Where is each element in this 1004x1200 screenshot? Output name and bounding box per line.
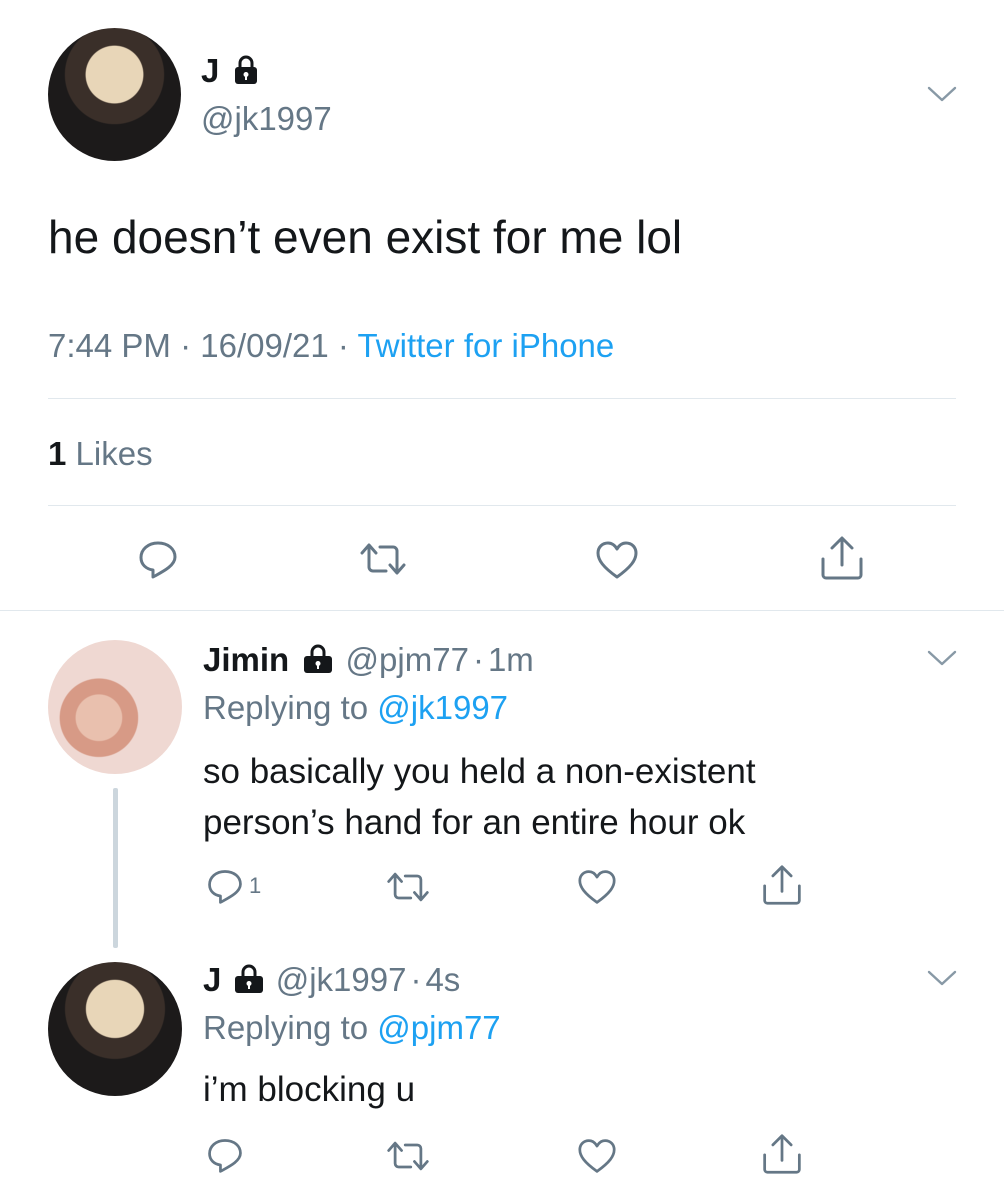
separator: ·: [472, 641, 484, 678]
tweet-meta: 7:44 PM · 16/09/21 · Twitter for iPhone: [48, 327, 614, 365]
divider: [48, 398, 956, 399]
likes-summary[interactable]: 1 Likes: [48, 435, 153, 473]
replying-prefix: Replying to: [203, 1009, 369, 1046]
lock-icon: [234, 55, 257, 85]
share-icon: [821, 536, 863, 580]
share-icon: [763, 1134, 801, 1174]
replying-to: Replying to @jk1997: [203, 689, 508, 727]
share-button[interactable]: [760, 864, 804, 906]
replying-to-link[interactable]: @jk1997: [377, 689, 508, 726]
reply-text-line-2: person’s hand for an entire hour ok: [203, 803, 746, 842]
author-name[interactable]: J: [203, 961, 221, 998]
heart-icon: [578, 1139, 616, 1173]
reply-icon: [208, 1139, 242, 1173]
avatar[interactable]: [48, 640, 182, 774]
share-button[interactable]: [760, 1133, 804, 1175]
author-handle[interactable]: @pjm77: [346, 641, 469, 678]
retweet-button[interactable]: [385, 868, 431, 906]
lock-icon: [304, 644, 333, 674]
reply-icon: [208, 870, 242, 904]
replying-to-link[interactable]: @pjm77: [377, 1009, 500, 1046]
share-icon: [763, 865, 801, 905]
like-button[interactable]: [594, 539, 640, 581]
author-name[interactable]: J: [201, 52, 219, 89]
thread-line: [113, 788, 118, 948]
chevron-down-icon[interactable]: [926, 648, 958, 668]
separator: ·: [410, 961, 422, 998]
author-handle[interactable]: @jk1997: [201, 100, 332, 138]
tweet-source-link[interactable]: Twitter for iPhone: [357, 327, 614, 364]
likes-count: 1: [48, 435, 67, 472]
reply-icon: [139, 541, 177, 579]
retweet-button[interactable]: [385, 1137, 431, 1175]
share-button[interactable]: [818, 535, 866, 581]
replying-to: Replying to @pjm77: [203, 1009, 501, 1047]
reply-text: i’m blocking u: [203, 1070, 416, 1109]
heart-icon: [578, 870, 616, 904]
replying-prefix: Replying to: [203, 689, 369, 726]
retweet-button[interactable]: [358, 539, 408, 579]
retweet-icon: [360, 543, 406, 575]
author-name-row: J: [201, 52, 259, 90]
avatar[interactable]: [48, 962, 182, 1096]
reply-count: 1: [249, 873, 262, 898]
section-divider: [0, 610, 1004, 611]
separator: ·: [337, 327, 349, 364]
reply-button[interactable]: 1: [205, 866, 261, 906]
reply-text-line-1: so basically you held a non-existent: [203, 752, 756, 791]
avatar[interactable]: [48, 28, 181, 161]
reply-time: 4s: [425, 961, 461, 998]
tweet-date: 16/09/21: [200, 327, 329, 364]
retweet-icon: [387, 1141, 429, 1171]
tweet-text: he doesn’t even exist for me lol: [48, 211, 683, 263]
chevron-down-icon[interactable]: [926, 84, 958, 104]
reply-button[interactable]: [136, 537, 180, 581]
author-name[interactable]: Jimin: [203, 641, 289, 678]
lock-icon: [234, 964, 263, 994]
separator: ·: [180, 327, 192, 364]
reply-time: 1m: [487, 641, 534, 678]
reply-button[interactable]: [205, 1135, 245, 1175]
divider: [48, 505, 956, 506]
like-button[interactable]: [576, 1137, 618, 1175]
reply-header: J @jk1997 · 4s: [203, 961, 460, 999]
author-handle[interactable]: @jk1997: [276, 961, 407, 998]
chevron-down-icon[interactable]: [926, 968, 958, 988]
retweet-icon: [387, 872, 429, 902]
reply-header: Jimin @pjm77 · 1m: [203, 641, 534, 679]
heart-icon: [596, 541, 638, 579]
tweet-time: 7:44 PM: [48, 327, 171, 364]
likes-label: Likes: [75, 435, 153, 472]
like-button[interactable]: [576, 868, 618, 906]
